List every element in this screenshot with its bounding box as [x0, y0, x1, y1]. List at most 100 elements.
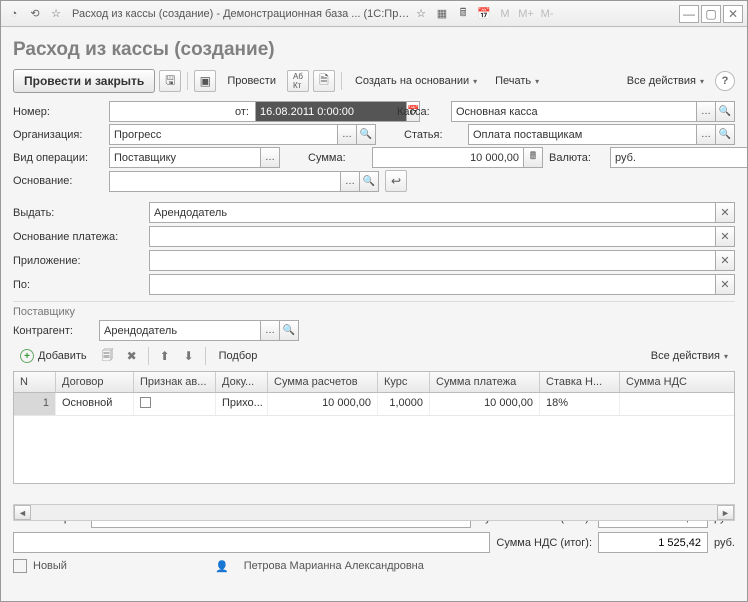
comment-input-2[interactable]: [13, 532, 490, 553]
move-up-icon[interactable]: ⬆: [155, 346, 175, 366]
ellipsis-icon[interactable]: …: [261, 320, 280, 341]
pay-base-field[interactable]: ✕: [149, 226, 735, 247]
org-input[interactable]: [109, 124, 338, 145]
back-button-icon[interactable]: ⟲: [26, 5, 44, 23]
col-sum-calc[interactable]: Сумма расчетов: [268, 372, 378, 392]
table-row[interactable]: 1 Основной Прихо... 10 000,00 1,0000 10 …: [14, 393, 734, 416]
cell-vat-rate[interactable]: 18%: [540, 393, 620, 415]
col-rate[interactable]: Курс: [378, 372, 430, 392]
copy-icon[interactable]: 🗐: [98, 346, 118, 366]
close-button[interactable]: ✕: [723, 5, 743, 23]
calendar-icon[interactable]: 📅: [475, 5, 493, 23]
contragent-field[interactable]: … 🔍: [99, 320, 299, 341]
app-icon[interactable]: ◔: [5, 5, 23, 23]
article-input[interactable]: [468, 124, 697, 145]
horizontal-scrollbar[interactable]: ◄ ►: [13, 504, 735, 521]
cell-sum-calc[interactable]: 10 000,00: [268, 393, 378, 415]
ellipsis-icon[interactable]: …: [341, 171, 360, 192]
po-field[interactable]: ✕: [149, 274, 735, 295]
issue-to-field[interactable]: ✕: [149, 202, 735, 223]
calc-icon[interactable]: 🖩: [454, 5, 472, 23]
comment-field-2[interactable]: [13, 532, 490, 553]
maximize-button[interactable]: ▢: [701, 5, 721, 23]
move-down-icon[interactable]: ⬇: [179, 346, 199, 366]
memory-mplus[interactable]: M+: [517, 5, 535, 23]
date-input[interactable]: [255, 101, 407, 122]
ellipsis-icon[interactable]: …: [261, 147, 280, 168]
col-vat-rate[interactable]: Ставка Н...: [540, 372, 620, 392]
kassa-field[interactable]: … 🔍: [451, 101, 735, 122]
optype-input[interactable]: [109, 147, 261, 168]
checkbox-icon[interactable]: [140, 397, 151, 408]
add-button[interactable]: +Добавить: [13, 346, 94, 366]
article-field[interactable]: … 🔍: [468, 124, 735, 145]
search-icon[interactable]: 🔍: [280, 320, 299, 341]
star-outline-icon[interactable]: ☆: [47, 5, 65, 23]
sum-nds-total[interactable]: [598, 532, 708, 553]
search-icon[interactable]: 🔍: [716, 124, 735, 145]
label-optype: Вид операции:: [13, 152, 103, 164]
search-icon[interactable]: 🔍: [360, 171, 379, 192]
issue-to-input[interactable]: [149, 202, 716, 223]
currency-field[interactable]: … 🔍: [610, 147, 747, 168]
scroll-left-icon[interactable]: ◄: [14, 505, 31, 520]
cell-sum-pay[interactable]: 10 000,00: [430, 393, 540, 415]
delete-icon[interactable]: ✖: [122, 346, 142, 366]
print-dropdown[interactable]: Печать▾: [488, 70, 546, 92]
post-and-close-button[interactable]: Провести и закрыть: [13, 69, 155, 93]
create-based-on-dropdown[interactable]: Создать на основании▾: [348, 70, 484, 92]
clear-icon[interactable]: ✕: [716, 274, 735, 295]
calc-icon[interactable]: 🖩: [524, 147, 543, 168]
clear-icon[interactable]: ✕: [716, 202, 735, 223]
currency-input[interactable]: [610, 147, 747, 168]
cell-dogovor[interactable]: Основной: [56, 393, 134, 415]
save-icon[interactable]: 🖫: [159, 70, 181, 92]
attachment-input[interactable]: [149, 250, 716, 271]
sum-field[interactable]: 🖩: [372, 147, 543, 168]
table-all-actions-dropdown[interactable]: Все действия▾: [644, 345, 735, 367]
date-field[interactable]: 📅: [255, 101, 391, 122]
search-icon[interactable]: 🔍: [357, 124, 376, 145]
pay-base-input[interactable]: [149, 226, 716, 247]
org-field[interactable]: … 🔍: [109, 124, 376, 145]
cell-sum-vat[interactable]: [620, 393, 716, 415]
col-priznak[interactable]: Признак ав...: [134, 372, 216, 392]
ellipsis-icon[interactable]: …: [697, 124, 716, 145]
clear-icon[interactable]: ✕: [716, 250, 735, 271]
po-input[interactable]: [149, 274, 716, 295]
ellipsis-icon[interactable]: …: [338, 124, 357, 145]
memory-mminus[interactable]: M-: [538, 5, 556, 23]
optype-field[interactable]: …: [109, 147, 280, 168]
search-icon[interactable]: 🔍: [716, 101, 735, 122]
sum-input[interactable]: [372, 147, 524, 168]
abc-icon[interactable]: АбКт: [287, 70, 309, 92]
attachment-field[interactable]: ✕: [149, 250, 735, 271]
base-field[interactable]: … 🔍: [109, 171, 379, 192]
grid-icon[interactable]: ▦: [433, 5, 451, 23]
memory-m[interactable]: M: [496, 5, 514, 23]
help-button[interactable]: ?: [715, 71, 735, 91]
cell-rate[interactable]: 1,0000: [378, 393, 430, 415]
minimize-button[interactable]: —: [679, 5, 699, 23]
all-actions-dropdown[interactable]: Все действия▾: [620, 70, 711, 92]
post-icon[interactable]: ▣: [194, 70, 216, 92]
doc-icon[interactable]: 🗎: [313, 70, 335, 92]
contragent-input[interactable]: [99, 320, 261, 341]
base-input[interactable]: [109, 171, 341, 192]
col-dogovor[interactable]: Договор: [56, 372, 134, 392]
scroll-right-icon[interactable]: ►: [717, 505, 734, 520]
cell-doc[interactable]: Прихо...: [216, 393, 268, 415]
ellipsis-icon[interactable]: …: [697, 101, 716, 122]
col-n[interactable]: N: [14, 372, 56, 392]
col-sum-vat[interactable]: Сумма НДС: [620, 372, 716, 392]
cell-priznak[interactable]: [134, 393, 216, 415]
post-button[interactable]: Провести: [220, 70, 283, 92]
clear-icon[interactable]: ✕: [716, 226, 735, 247]
col-doc[interactable]: Доку...: [216, 372, 268, 392]
undo-icon[interactable]: ↩: [385, 170, 407, 192]
number-field[interactable]: [109, 101, 219, 122]
star-icon[interactable]: ☆: [412, 5, 430, 23]
kassa-input[interactable]: [451, 101, 697, 122]
select-button[interactable]: Подбор: [212, 345, 265, 367]
col-sum-pay[interactable]: Сумма платежа: [430, 372, 540, 392]
